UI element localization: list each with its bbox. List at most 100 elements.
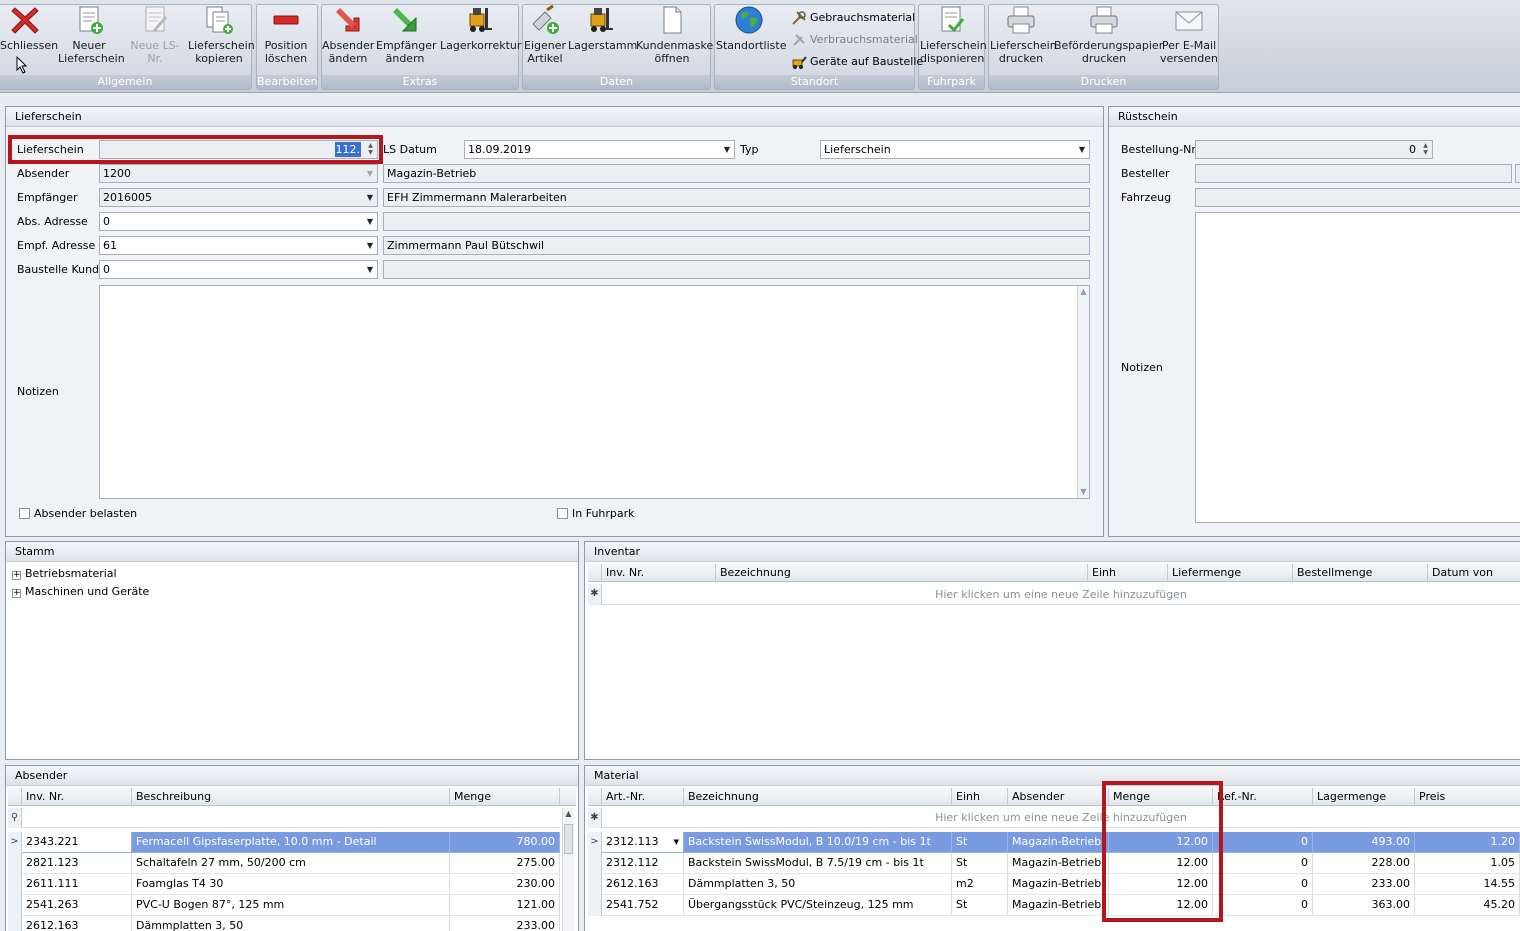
table-cell[interactable]: 363.00 [1313,895,1415,916]
col-bestellmenge[interactable]: Bestellmenge [1293,564,1428,582]
spin-arrows-icon[interactable]: ▲ ▼ [1421,142,1430,156]
scroll-up-icon[interactable]: ▲ [1078,286,1089,298]
table-cell[interactable]: Magazin-Betrieb [1008,895,1109,916]
position-loeschen-button[interactable]: Position löschen [258,4,314,74]
table-row[interactable]: 2612.163 Dämmplatten 3, 50 233.00 [8,916,562,931]
row-indicator[interactable] [588,853,602,874]
table-cell[interactable]: 0 [1213,874,1313,895]
standortliste-button[interactable]: Standortliste [716,4,786,74]
expand-icon[interactable]: + [12,571,21,580]
table-cell[interactable]: St [952,832,1008,853]
table-cell[interactable]: 2541.752 [602,895,684,916]
table-cell[interactable]: 2821.123 [22,853,132,874]
table-cell[interactable]: 0 [1213,895,1313,916]
filter-icon[interactable]: ⚲ [8,808,22,828]
eigener-artikel-button[interactable]: Eigener Artikel [524,4,566,74]
verbrauchsmaterial-button[interactable]: Verbrauchsmaterial [791,30,918,50]
table-cell[interactable]: St [952,853,1008,874]
neue-ls-nr-button[interactable]: Neue LS-Nr. [124,4,186,74]
table-cell[interactable]: m2 [952,874,1008,895]
in-fuhrpark-checkbox[interactable]: In Fuhrpark [557,507,635,521]
col-liefermenge[interactable]: Liefermenge [1168,564,1293,582]
table-cell[interactable]: Dämmplatten 3, 50 [684,874,952,895]
typ-select[interactable]: Lieferschein ▼ [820,140,1090,159]
table-cell[interactable]: 2312.112 [602,853,684,874]
col-menge[interactable]: Menge [450,788,560,806]
table-cell[interactable]: 0 [1213,853,1313,874]
table-cell[interactable]: 1.20 [1415,832,1520,853]
col-art-nr[interactable]: Art.-Nr. [602,788,684,806]
lieferschein-drucken-button[interactable]: Lieferschein drucken [990,4,1057,74]
table-cell[interactable]: 233.00 [450,916,560,931]
table-cell[interactable]: 121.00 [450,895,560,916]
row-indicator[interactable] [588,874,602,895]
lieferschein-disponieren-button[interactable]: Lieferschein disponieren [920,4,987,74]
row-indicator[interactable] [8,916,22,931]
table-cell[interactable]: 0 [1213,832,1313,853]
table-cell[interactable]: Schaltafeln 27 mm, 50/200 cm [132,853,450,874]
row-indicator[interactable] [8,895,22,916]
table-cell[interactable]: Magazin-Betrieb [1008,853,1109,874]
checkbox-box[interactable] [557,508,568,519]
chevron-down-icon[interactable]: ▼ [722,141,732,158]
besteller-field[interactable] [1195,164,1512,183]
kundenmaske-oeffnen-button[interactable]: Kundenmaske öffnen [636,4,713,74]
table-row[interactable]: 2821.123 Schaltafeln 27 mm, 50/200 cm 275.… [8,853,562,874]
chevron-down-icon[interactable]: ▼ [1077,141,1087,158]
lagerstamm-button[interactable]: Lagerstamm [568,4,637,74]
material-new-row[interactable]: Hier klicken um eine neue Zeile hinzuzuf… [602,808,1520,828]
absender-filter-row[interactable] [22,808,560,828]
table-cell[interactable]: 14.55 [1415,874,1520,895]
email-versenden-button[interactable]: Per E-Mail versenden [1160,4,1218,74]
chevron-down-icon[interactable]: ▼ [365,261,375,278]
col-einh[interactable]: Einh [952,788,1008,806]
table-cell[interactable]: 2612.163 [22,916,132,931]
scroll-thumb[interactable] [564,824,573,854]
baustelle-kunde-field[interactable]: 0 ▼ [99,260,378,279]
table-cell[interactable]: Backstein SwissModul, B 10.0/19 cm - bis… [684,832,952,853]
table-cell[interactable]: 493.00 [1313,832,1415,853]
table-cell[interactable]: 233.00 [1313,874,1415,895]
ruest-notizen-textarea[interactable] [1195,212,1520,523]
col-inv-nr[interactable]: Inv. Nr. [602,564,716,582]
table-cell[interactable]: 2312.113 ▼ [602,832,684,853]
geraete-auf-baustelle-button[interactable]: Geräte auf Baustelle [791,52,923,72]
table-cell[interactable]: Magazin-Betrieb [1008,874,1109,895]
table-cell[interactable]: Übergangsstück PVC/Steinzeug, 125 mm [684,895,952,916]
chevron-down-icon[interactable]: ▼ [365,237,375,254]
neuer-lieferschein-button[interactable]: Neuer Lieferschein [58,4,125,74]
table-cell[interactable]: 1.05 [1415,853,1520,874]
gebrauchsmaterial-button[interactable]: Gebrauchsmaterial [791,8,915,28]
expand-icon[interactable]: + [12,589,21,598]
absender-field[interactable]: 1200 ▼ [99,164,378,183]
table-cell[interactable]: Magazin-Betrieb [1008,832,1109,853]
table-cell[interactable]: St [952,895,1008,916]
chevron-down-icon[interactable]: ▼ [365,165,375,182]
table-cell[interactable]: Backstein SwissModul, B 7.5/19 cm - bis … [684,853,952,874]
current-row-indicator-icon[interactable]: > [588,832,602,853]
table-cell[interactable]: 2541.263 [22,895,132,916]
befoerderungspapier-drucken-button[interactable]: Beförderungspapier drucken [1054,4,1163,74]
empfaenger-aendern-button[interactable]: Empfänger ändern [376,4,437,74]
inventar-new-row[interactable]: Hier klicken um eine neue Zeile hinzuzuf… [602,584,1520,605]
tree-item-maschinen[interactable]: + Maschinen und Geräte [12,583,149,601]
table-cell[interactable]: PVC-U Bogen 87°, 125 mm [132,895,450,916]
abs-adresse-field[interactable]: 0 ▼ [99,212,378,231]
table-row[interactable]: 2612.163 Dämmplatten 3, 50 m2 Magazin-Betri… [588,874,1520,895]
absender-belasten-checkbox[interactable]: Absender belasten [19,507,137,521]
absender-aendern-button[interactable]: Absender ändern [322,4,374,74]
tree-item-betriebsmaterial[interactable]: + Betriebsmaterial [12,565,117,583]
bestellung-nr-field[interactable]: 0 ▲ ▼ [1195,140,1433,159]
table-cell[interactable]: 275.00 [450,853,560,874]
absender-scrollbar[interactable]: ▲ [562,808,574,931]
col-ref-nr[interactable]: Ref.-Nr. [1213,788,1313,806]
checkbox-box[interactable] [19,508,30,519]
table-cell[interactable]: Fermacell Gipsfaserplatte, 10.0 mm - Det… [132,832,450,853]
fahrzeug-field[interactable] [1195,188,1520,207]
table-row[interactable]: >2312.113 ▼ Backstein SwissModul, B 10.0/1… [588,832,1520,853]
table-cell[interactable]: 45.20 [1415,895,1520,916]
col-lagermenge[interactable]: Lagermenge [1313,788,1415,806]
col-inv-nr[interactable]: Inv. Nr. [22,788,132,806]
table-row[interactable]: 2611.111 Foamglas T4 30 230.00 [8,874,562,895]
row-indicator[interactable] [8,874,22,895]
